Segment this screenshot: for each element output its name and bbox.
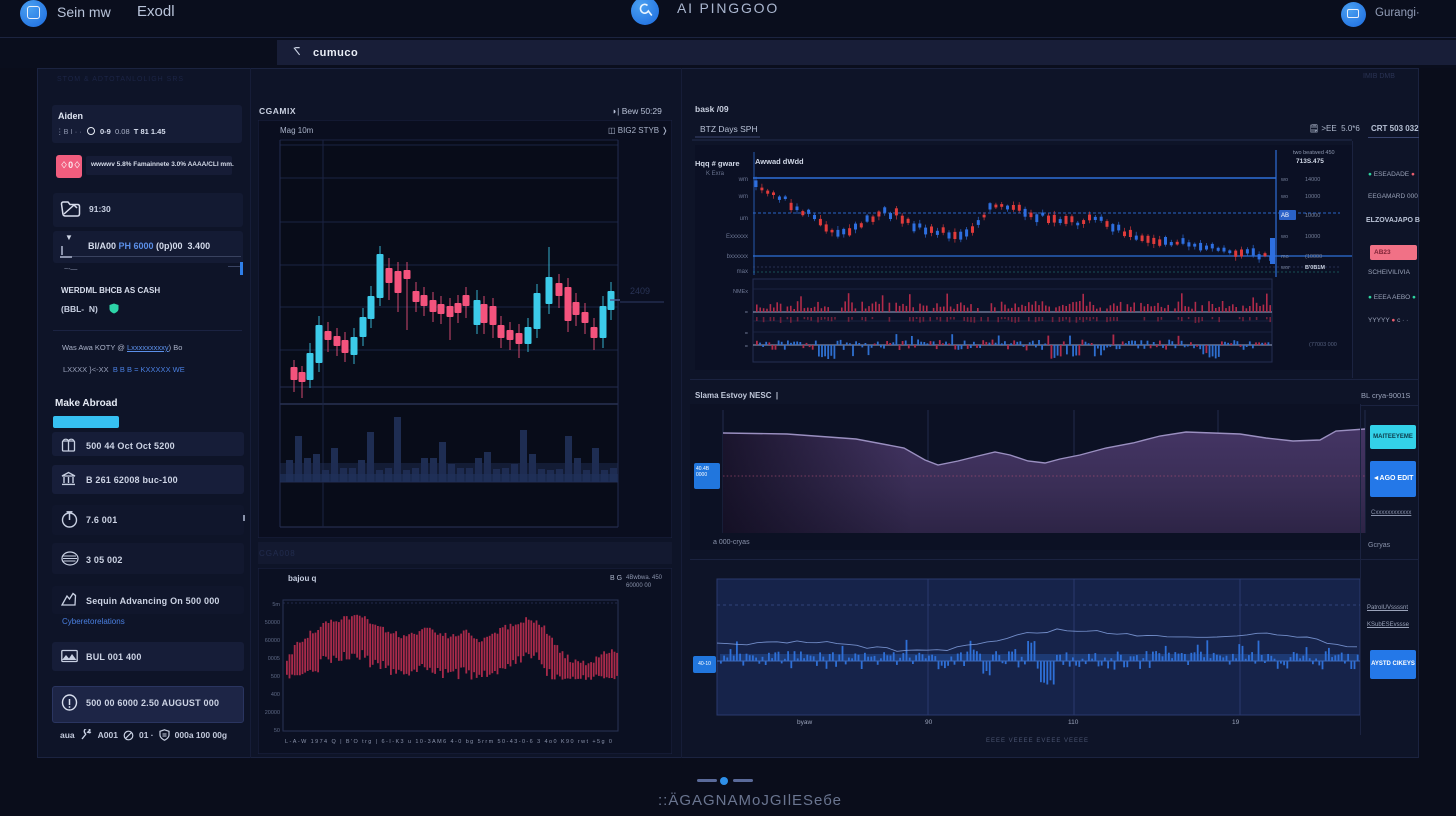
svg-text:2409: 2409 <box>630 286 650 296</box>
svg-text:B'0B1M: B'0B1M <box>1305 265 1325 271</box>
svg-text:50: 50 <box>274 728 280 734</box>
svg-text:10000: 10000 <box>1305 194 1320 200</box>
svg-text:bxxxxxx: bxxxxxx <box>727 254 748 260</box>
svg-text:713S.475: 713S.475 <box>1296 158 1324 165</box>
svg-text:wm: wm <box>738 177 748 183</box>
svg-text:mo: mo <box>1281 254 1289 260</box>
svg-text:wo: wo <box>1280 234 1288 240</box>
svg-text:60000: 60000 <box>265 638 280 644</box>
svg-text:=: = <box>745 310 748 316</box>
svg-text:B G: B G <box>610 575 622 582</box>
svg-text:(10000: (10000 <box>1305 254 1322 260</box>
svg-text:14000: 14000 <box>1305 177 1320 183</box>
svg-text:90: 90 <box>925 719 933 726</box>
svg-text:20000: 20000 <box>265 710 280 716</box>
svg-text:wo: wo <box>1280 177 1288 183</box>
svg-text:K Exra: K Exra <box>706 171 725 177</box>
svg-text:bajou q: bajou q <box>288 574 317 583</box>
svg-text:10000: 10000 <box>1305 213 1320 219</box>
svg-text:60000 00: 60000 00 <box>626 583 652 589</box>
svg-text:wor: wor <box>1280 265 1290 271</box>
svg-text:Awwad dWdd: Awwad dWdd <box>755 157 804 166</box>
svg-text:BTZ Days SPH: BTZ Days SPH <box>700 124 758 134</box>
svg-text:=: = <box>745 344 748 350</box>
svg-text:0005: 0005 <box>268 656 280 662</box>
svg-text:◫ BIG2 STYB ❭: ◫ BIG2 STYB ❭ <box>608 126 668 135</box>
svg-text:Hqq # gware: Hqq # gware <box>695 159 740 168</box>
svg-text:500: 500 <box>271 674 280 680</box>
svg-text:Exxxxxx: Exxxxxx <box>726 234 748 240</box>
svg-text:L-A-W 1974 Q | B'O trg |: L-A-W 1974 Q | B'O trg | 6-I-K3 u 10-3AM… <box>285 739 612 745</box>
svg-text:byaw: byaw <box>797 719 812 726</box>
svg-text:=: = <box>745 331 748 337</box>
svg-text:(77003 000: (77003 000 <box>1309 342 1337 348</box>
svg-text:two beatwed 450: two beatwed 450 <box>1293 150 1335 156</box>
svg-text:10000: 10000 <box>1305 234 1320 240</box>
svg-text:Mag 10m: Mag 10m <box>280 126 314 135</box>
svg-text:wm: wm <box>738 194 748 200</box>
svg-text:AB: AB <box>1281 213 1289 219</box>
svg-text:19: 19 <box>1232 719 1240 726</box>
svg-text:4Bwbwa. 450: 4Bwbwa. 450 <box>626 575 663 581</box>
svg-text:bask /09: bask /09 <box>695 104 729 114</box>
svg-text:110: 110 <box>1068 719 1079 726</box>
svg-text:NMEx: NMEx <box>733 289 748 295</box>
svg-text:5m: 5m <box>272 602 280 608</box>
svg-text:max: max <box>737 269 748 275</box>
svg-text:50000: 50000 <box>265 620 280 626</box>
svg-text:um: um <box>740 216 748 222</box>
svg-text:400: 400 <box>271 692 280 698</box>
svg-text:wo: wo <box>1280 194 1288 200</box>
